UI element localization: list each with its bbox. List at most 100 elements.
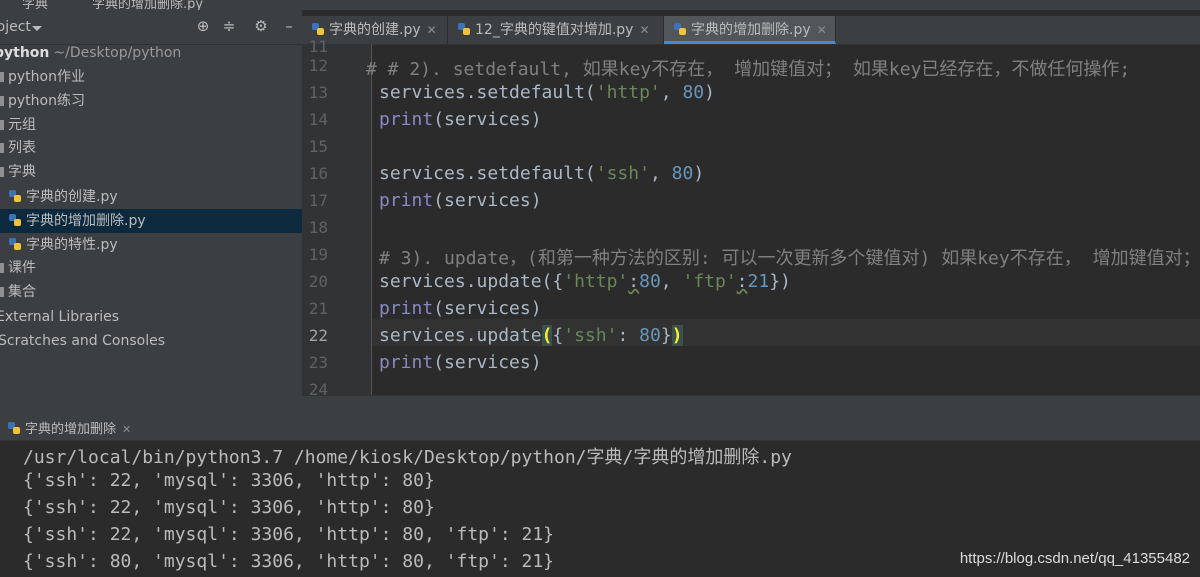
- number-literal: 80: [639, 271, 661, 292]
- breadcrumb: 字典 字典的增加删除.py: [0, 0, 1200, 10]
- python-file-icon: [9, 190, 21, 202]
- line-number: 14: [308, 110, 328, 129]
- number-literal: 21: [747, 271, 770, 292]
- tree-item-dict-create[interactable]: 字典的创建.py: [0, 185, 302, 209]
- run-panel: 字典的增加删除 ✕ /usr/local/bin/python3.7 /home/…: [0, 415, 1200, 577]
- line-number: 16: [308, 164, 328, 183]
- code-token: (services): [433, 109, 542, 130]
- editor-tab-bar: 字典的创建.py ✕ 12_字典的键值对增加.py ✕ 字典的增加删除.py ✕: [302, 16, 1200, 45]
- number-literal: 80: [639, 325, 661, 346]
- number-literal: 80: [671, 163, 694, 184]
- close-icon[interactable]: ✕: [817, 23, 827, 37]
- builtin-print: print: [379, 190, 434, 211]
- code-line-14[interactable]: print(services): [379, 109, 542, 130]
- code-token: (services): [433, 190, 542, 211]
- tree-item-courseware[interactable]: 课件: [0, 256, 302, 280]
- code-token: ,: [660, 82, 683, 103]
- current-line-number: 22: [308, 326, 328, 345]
- builtin-print: print: [379, 298, 434, 319]
- run-tab-label: 字典的增加删除: [25, 422, 117, 437]
- project-title[interactable]: Project: [0, 19, 31, 35]
- code-line-16[interactable]: services.setdefault('ssh', 80): [379, 163, 704, 184]
- code-line-17[interactable]: print(services): [379, 190, 542, 211]
- code-line-20[interactable]: services.update({'http':80, 'ftp':21}): [379, 271, 791, 292]
- tree-item-python-homework[interactable]: python作业: [0, 65, 302, 89]
- line-number: 12: [308, 56, 328, 75]
- breadcrumb-folder[interactable]: 字典: [22, 0, 48, 10]
- code-token: }): [769, 271, 791, 292]
- tree-item-label: 字典的增加删除.py: [26, 213, 146, 229]
- line-number: 23: [308, 353, 328, 372]
- code-token: services.setdefault(: [379, 82, 596, 103]
- python-file-icon: [9, 214, 21, 226]
- tree-item-dict[interactable]: 字典: [0, 160, 302, 184]
- watermark: https://blog.csdn.net/qq_41355482: [959, 550, 1190, 567]
- tree-item-dict-add-delete[interactable]: 字典的增加删除.py: [0, 209, 302, 233]
- tree-item-python-practice[interactable]: python练习: [0, 89, 302, 113]
- close-icon[interactable]: ✕: [427, 23, 437, 37]
- string-literal: 'http': [563, 271, 629, 292]
- code-token: (services): [433, 298, 542, 319]
- tree-item-dict-features[interactable]: 字典的特性.py: [0, 233, 302, 257]
- tab-label: 12_字典的键值对增加.py: [475, 22, 634, 38]
- tree-item-scratches[interactable]: Scratches and Consoles: [0, 329, 300, 353]
- line-number: 18: [308, 218, 328, 237]
- run-tab[interactable]: 字典的增加删除 ✕: [8, 418, 131, 437]
- tab-dict-kv-add[interactable]: 12_字典的键值对增加.py ✕: [448, 16, 664, 44]
- close-icon[interactable]: ✕: [122, 423, 131, 436]
- tree-item-tuple[interactable]: 元组: [0, 113, 302, 137]
- tree-item-label: 列表: [8, 140, 36, 156]
- tree-root[interactable]: python~/Desktop/python: [0, 41, 296, 65]
- code-token: (services): [433, 352, 542, 373]
- code-token: ): [693, 163, 705, 184]
- code-token: {: [552, 325, 564, 346]
- collapse-icon[interactable]: ≑: [220, 17, 238, 35]
- run-tab-bar: 字典的增加删除 ✕: [0, 415, 1200, 441]
- folder-icon: [0, 167, 4, 177]
- code-line-22[interactable]: services.update({'ssh': 80}): [379, 325, 683, 346]
- python-file-icon: [674, 23, 686, 35]
- folder-icon: [0, 96, 4, 106]
- code-line-19[interactable]: # 3). update，(和第一种方法的区别: 可以一次更新多个键值对) 如果…: [379, 244, 1200, 270]
- line-number-gutter: 11 12 13 14 15 16 17 18 19 20 21 22 23 2…: [302, 37, 372, 415]
- tab-label: 字典的增加删除.py: [691, 22, 811, 38]
- minus-icon[interactable]: –: [280, 17, 298, 35]
- code-line-23[interactable]: print(services): [379, 352, 542, 373]
- horizontal-scrollbar[interactable]: [302, 395, 1200, 415]
- tree-item-label: 元组: [8, 117, 36, 133]
- line-number: 11: [308, 37, 328, 56]
- tab-dict-add-delete[interactable]: 字典的增加删除.py ✕: [664, 16, 836, 44]
- close-icon[interactable]: ✕: [639, 23, 649, 37]
- code-line-13[interactable]: services.setdefault('http', 80): [379, 82, 715, 103]
- tree-item-label: python作业: [8, 69, 85, 85]
- builtin-print: print: [379, 352, 434, 373]
- matched-bracket: (: [541, 325, 553, 346]
- line-number: 13: [308, 83, 328, 102]
- code-token: ,: [649, 163, 672, 184]
- folder-icon: [0, 72, 4, 82]
- code-line-21[interactable]: print(services): [379, 298, 542, 319]
- tree-item-external-libraries[interactable]: External Libraries: [0, 305, 298, 329]
- console-output-line: {'ssh': 22, 'mysql': 3306, 'http': 80}: [23, 497, 435, 518]
- string-literal: 'ssh': [595, 163, 650, 184]
- tree-item-set[interactable]: 集合: [0, 280, 302, 304]
- gear-icon[interactable]: ⚙: [252, 17, 270, 35]
- matched-bracket: ): [671, 325, 683, 346]
- string-literal: 'http': [595, 82, 661, 103]
- tree-item-label: External Libraries: [0, 309, 119, 325]
- tree-item-list[interactable]: 列表: [0, 136, 302, 160]
- chevron-down-icon[interactable]: [32, 26, 42, 31]
- code-token: :: [736, 271, 748, 292]
- crosshair-icon[interactable]: ⊕: [194, 17, 212, 35]
- tree-item-label: 集合: [8, 284, 36, 300]
- number-literal: 80: [682, 82, 705, 103]
- tree-item-label: Scratches and Consoles: [0, 333, 165, 349]
- code-line-12[interactable]: # # 2). setdefault, 如果key不存在， 增加键值对； 如果k…: [366, 55, 1130, 81]
- python-file-icon: [8, 422, 20, 434]
- code-token: ,: [660, 271, 683, 292]
- breadcrumb-file[interactable]: 字典的增加删除.py: [92, 0, 203, 10]
- line-number: 15: [308, 137, 328, 156]
- console-output-line: {'ssh': 22, 'mysql': 3306, 'http': 80}: [23, 470, 435, 491]
- code-token: services.update: [379, 325, 542, 346]
- project-header: Project ⊕ ≑ ⚙ –: [0, 10, 302, 45]
